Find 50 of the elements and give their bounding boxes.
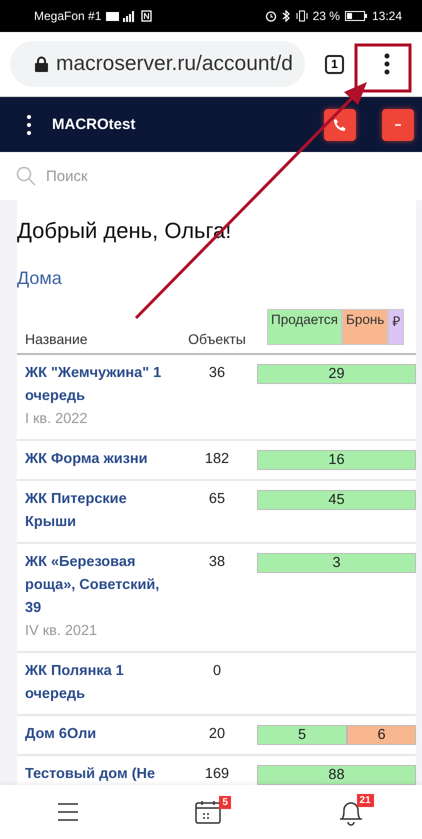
status-column-header: Продается: [267, 309, 342, 345]
menu-icon: [58, 803, 78, 821]
battery-icon: [344, 11, 367, 21]
house-link[interactable]: ЖК Полянка 1 очередь: [25, 660, 169, 706]
signal-icon: [106, 10, 136, 22]
url-text: macroserver.ru/account/d: [56, 52, 293, 76]
bluetooth-icon: [282, 10, 291, 22]
objects-count: 0: [177, 653, 257, 716]
status-bar-segment: 45: [257, 490, 416, 510]
status-bar-segment: 29: [257, 364, 416, 384]
minus-button[interactable]: [382, 108, 414, 140]
phone-icon: [333, 118, 347, 132]
status-bar-segment: 16: [257, 450, 416, 470]
alarm-icon: [264, 10, 277, 22]
house-link[interactable]: ЖК «Березовая роща», Советский, 39: [25, 551, 169, 620]
column-header: Название: [17, 331, 177, 355]
status-bar-segment: 6: [346, 725, 416, 745]
completion-date: IV кв. 2021: [25, 622, 98, 641]
call-button[interactable]: [324, 108, 356, 140]
nfc-icon: [141, 10, 152, 22]
calendar-icon: [194, 800, 221, 824]
carrier-name: MegaFon #1: [34, 9, 102, 23]
status-column-header: Бронь: [342, 309, 388, 345]
completion-date: I кв. 2022: [25, 410, 88, 429]
section-heading: Дома: [17, 268, 63, 289]
status-bar-segment: 5: [257, 725, 347, 745]
house-link[interactable]: ЖК Питерские Крыши: [25, 488, 169, 534]
app-title: MACROtest: [52, 116, 136, 133]
status-bar-segment: 88: [257, 765, 416, 785]
lock-icon: [35, 56, 48, 72]
status-column-header: ₽: [388, 309, 404, 345]
tab-count-button[interactable]: 1: [325, 54, 344, 74]
highlight-frame: [354, 44, 412, 92]
minus-icon: [395, 124, 401, 126]
clock-time: 13:24: [372, 9, 402, 23]
kebab-icon[interactable]: [26, 114, 32, 136]
count-badge: 5: [219, 796, 231, 809]
house-link[interactable]: Тестовый дом (Не: [25, 763, 169, 785]
vibrate-icon: [296, 10, 308, 22]
search-placeholder: Поиск: [46, 168, 88, 184]
address-bar[interactable]: macroserver.ru/account/d: [10, 41, 305, 87]
kebab-icon: [384, 53, 390, 75]
count-badge: 21: [356, 794, 374, 807]
battery-percent: 23 %: [312, 9, 340, 23]
search-icon: [16, 166, 36, 186]
column-header: Объекты: [177, 331, 257, 355]
house-link[interactable]: ЖК Форма жизни: [25, 448, 169, 471]
house-link[interactable]: ЖК "Жемчужина" 1 очередь: [25, 362, 169, 408]
status-bar-segment: 3: [257, 553, 416, 573]
house-link[interactable]: Дом 6Оли: [25, 723, 169, 746]
